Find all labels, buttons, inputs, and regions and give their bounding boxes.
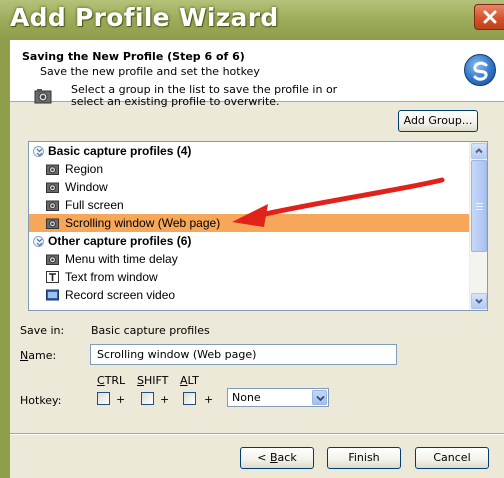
list-item[interactable]: Record screen video: [29, 286, 469, 304]
chevron-down-icon: [316, 395, 325, 402]
list-item[interactable]: Menu with time delay: [29, 250, 469, 268]
modifier-label-shift: SHIFT: [137, 374, 169, 387]
plus-sign: +: [116, 393, 126, 406]
back-button[interactable]: < Back: [240, 447, 314, 469]
camera-icon: [46, 182, 59, 193]
plus-sign: +: [160, 393, 170, 406]
list-item[interactable]: Text from window: [29, 268, 469, 286]
close-icon: [483, 10, 497, 24]
list-item[interactable]: Region: [29, 160, 469, 178]
save-in-label: Save in:: [20, 324, 65, 337]
group-header-basic[interactable]: Basic capture profiles (4): [29, 142, 469, 160]
add-group-button[interactable]: Add Group...: [398, 110, 478, 132]
list-item[interactable]: Full screen: [29, 196, 469, 214]
camera-icon: [46, 254, 59, 265]
app-logo-icon: [464, 54, 496, 86]
finish-button[interactable]: Finish: [327, 447, 401, 469]
modifier-label-alt: ALT: [180, 374, 199, 387]
modifier-label-ctrl: CTRL: [97, 374, 126, 387]
dropdown-button[interactable]: [312, 390, 327, 405]
shift-checkbox[interactable]: [141, 392, 154, 405]
chevron-collapse-icon[interactable]: [33, 146, 44, 157]
hotkey-key-select[interactable]: None: [227, 388, 329, 407]
title-bar: Add Profile Wizard: [0, 0, 504, 40]
chevron-down-icon: [475, 298, 483, 304]
alt-checkbox[interactable]: [183, 392, 196, 405]
group-label: Other capture profiles (6): [48, 234, 192, 248]
window-title: Add Profile Wizard: [10, 3, 279, 32]
text-capture-icon: [46, 271, 59, 283]
group-header-other[interactable]: Other capture profiles (6): [29, 232, 469, 250]
scroll-thumb[interactable]: [471, 160, 487, 252]
list-item-label: Menu with time delay: [65, 252, 178, 266]
plus-sign: +: [204, 393, 214, 406]
scroll-up-button[interactable]: [471, 143, 487, 159]
list-item-label: Full screen: [65, 198, 124, 212]
list-item-label: Record screen video: [65, 288, 176, 302]
profile-list[interactable]: Basic capture profiles (4) Region Window…: [28, 141, 488, 311]
hotkey-key-value: None: [232, 391, 261, 404]
hotkey-label: Hotkey:: [20, 394, 62, 407]
video-icon: [46, 289, 59, 301]
list-item[interactable]: Window: [29, 178, 469, 196]
list-scrollbar[interactable]: [469, 142, 487, 310]
instruction-line-2: select an existing profile to overwrite.: [71, 95, 280, 108]
ctrl-checkbox[interactable]: [97, 392, 110, 405]
step-subtitle: Save the new profile and set the hotkey: [40, 65, 260, 78]
cancel-button[interactable]: Cancel: [415, 447, 489, 469]
camera-icon: [46, 164, 59, 175]
list-item-label: Text from window: [65, 270, 158, 284]
separator: [10, 433, 504, 435]
scroll-down-button[interactable]: [471, 293, 487, 309]
group-label: Basic capture profiles (4): [48, 144, 192, 158]
name-field[interactable]: Scrolling window (Web page): [90, 344, 397, 365]
camera-icon: [46, 218, 59, 229]
close-button[interactable]: [474, 4, 504, 30]
camera-icon: [34, 89, 52, 104]
camera-icon: [46, 200, 59, 211]
list-item-selected[interactable]: Scrolling window (Web page): [29, 214, 469, 232]
list-item-label: Region: [65, 162, 104, 176]
list-item-label: Scrolling window (Web page): [65, 216, 221, 230]
instructions: Select a group in the list to save the p…: [71, 84, 371, 108]
chevron-up-icon: [475, 148, 483, 154]
step-title: Saving the New Profile (Step 6 of 6): [22, 50, 245, 63]
save-in-value: Basic capture profiles: [91, 324, 210, 337]
list-item-label: Window: [65, 180, 108, 194]
name-label: Name:: [20, 349, 57, 362]
chevron-collapse-icon[interactable]: [33, 236, 44, 247]
